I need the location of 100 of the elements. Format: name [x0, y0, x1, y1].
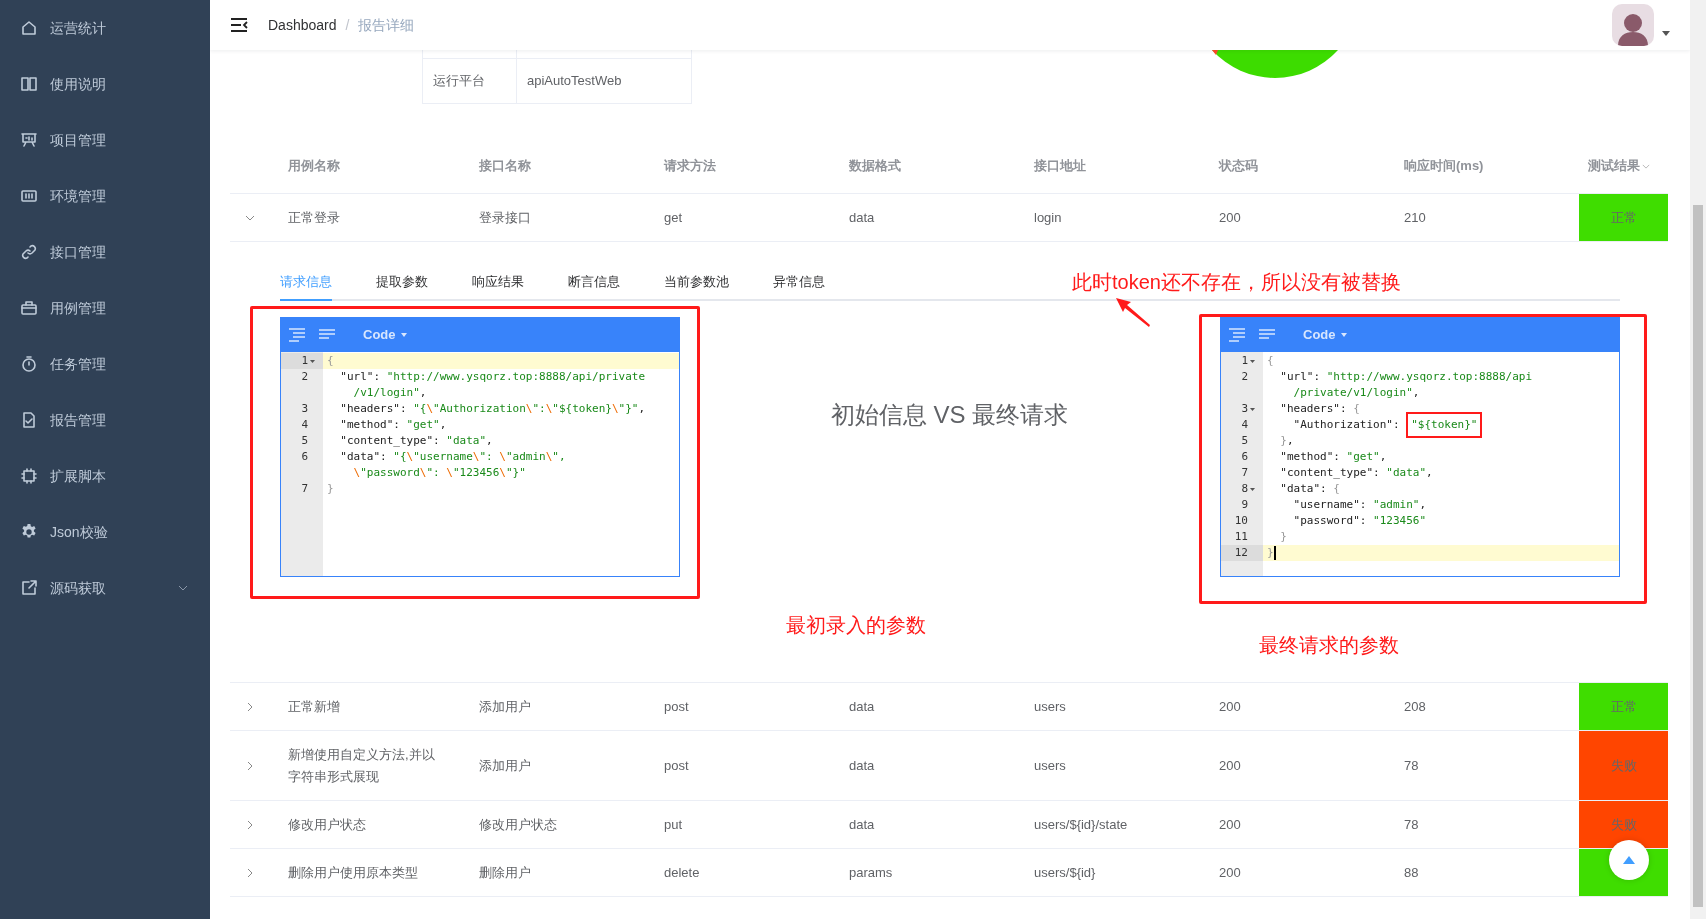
column-header: 数据格式	[849, 157, 901, 176]
result-cell: 失败	[1579, 731, 1668, 800]
sidebar-item[interactable]: 源码获取	[0, 560, 210, 616]
tab[interactable]: 响应结果	[472, 264, 524, 301]
caret-icon[interactable]	[1662, 30, 1670, 36]
chevron-right-icon	[247, 760, 253, 771]
comparison-title: 初始信息 VS 最终请求	[830, 400, 1069, 427]
line-number: 6	[301, 449, 308, 465]
panel-icon	[20, 187, 38, 205]
table-cell-text: data	[849, 697, 875, 716]
line-number: 1	[301, 353, 308, 369]
chevron-right-icon	[247, 819, 253, 830]
info-value: apiAutoTestWeb	[526, 72, 623, 91]
chip-icon	[20, 467, 38, 485]
sidebar-item[interactable]: 任务管理	[0, 336, 210, 392]
format-icon[interactable]	[1229, 328, 1245, 342]
tab[interactable]: 异常信息	[773, 264, 825, 301]
code-editor[interactable]	[1220, 317, 1620, 577]
table-cell-text: 新增使用自定义方法,并以字符串形式展现	[288, 745, 436, 786]
sidebar-item[interactable]: 使用说明	[0, 56, 210, 112]
sidebar-item[interactable]: 扩展脚本	[0, 448, 210, 504]
table-cell-text: 修改用户状态	[479, 815, 557, 834]
table-cell-text: users/${id}	[1034, 863, 1096, 882]
table-cell-text: data	[849, 815, 875, 834]
fold-caret-icon[interactable]	[1250, 407, 1255, 411]
code-line: "Authorization":	[1292, 417, 1401, 433]
caret-icon	[400, 333, 407, 337]
compact-icon[interactable]	[319, 329, 335, 341]
avatar[interactable]	[1612, 4, 1654, 46]
result-cell: 失败	[1579, 801, 1668, 848]
sidebar-item[interactable]: 报告管理	[0, 392, 210, 448]
fold-caret-icon[interactable]	[1250, 359, 1255, 363]
table-cell-text: 删除用户	[479, 863, 531, 882]
menu-icon[interactable]	[230, 17, 248, 33]
table-cell-text: 78	[1404, 756, 1419, 775]
table-cell-text: 正常新增	[288, 697, 340, 716]
column-header: 响应时间(ms)	[1404, 157, 1484, 176]
sidebar-item[interactable]: 运营统计	[0, 0, 210, 56]
tab[interactable]: 提取参数	[376, 264, 428, 301]
compact-icon[interactable]	[1259, 329, 1275, 341]
line-number: 1	[1241, 353, 1248, 369]
table-cell-text: 添加用户	[479, 697, 531, 716]
line-number: 9	[1241, 497, 1248, 513]
line-number: 4	[1241, 417, 1248, 433]
table-cell-text: 正常登录	[288, 208, 340, 227]
easel-icon	[20, 131, 38, 149]
line-number: 2	[1241, 369, 1248, 385]
sidebar-item[interactable]: 项目管理	[0, 112, 210, 168]
code-line: "headers": {	[1279, 401, 1360, 417]
fold-caret-icon[interactable]	[1250, 487, 1255, 491]
chevron-down-icon	[245, 214, 255, 221]
tab[interactable]: 断言信息	[568, 264, 620, 301]
table-cell-text: 210	[1404, 208, 1426, 227]
stopwatch-icon	[20, 355, 38, 373]
scrollbar[interactable]	[1690, 0, 1706, 919]
document-check-icon	[20, 411, 38, 429]
table-cell-text: users	[1034, 756, 1066, 775]
chevron-right-icon	[247, 701, 253, 712]
table-cell-text: 200	[1219, 756, 1241, 775]
table-cell-text: 200	[1219, 863, 1241, 882]
format-icon[interactable]	[289, 328, 305, 342]
sidebar-item[interactable]: Json校验	[0, 504, 210, 560]
code-line: }	[327, 481, 334, 497]
line-number: 7	[1241, 465, 1248, 481]
column-header: 状态码	[1219, 157, 1258, 176]
breadcrumb-link[interactable]: Dashboard	[268, 14, 337, 36]
code-line: /private/v1/login",	[1292, 385, 1420, 401]
breadcrumb-current: 报告详细	[358, 15, 415, 35]
tab[interactable]: 当前参数池	[664, 264, 729, 301]
text-cursor	[1273, 546, 1276, 560]
code-line: "data": "{\"username\": \"admin\",	[339, 449, 566, 465]
table-cell-text: 200	[1219, 208, 1241, 227]
code-line: "headers": "{\"Authorization\":\"${token}\"}",	[339, 401, 645, 417]
sidebar-item[interactable]: 环境管理	[0, 168, 210, 224]
sidebar-item[interactable]: 接口管理	[0, 224, 210, 280]
code-line: {	[1267, 353, 1274, 369]
code-line: "content_type": "data",	[339, 433, 493, 449]
table-cell-text: 删除用户使用原本类型	[288, 863, 418, 882]
fold-caret-icon[interactable]	[310, 359, 315, 363]
code-line: "method": "get",	[1279, 449, 1387, 465]
code-editor[interactable]	[280, 317, 680, 577]
table-cell-text: data	[849, 208, 875, 227]
table-cell-text: put	[664, 815, 683, 834]
line-number: 4	[301, 417, 308, 433]
code-line: "content_type": "data",	[1279, 465, 1433, 481]
line-number: 3	[1241, 401, 1248, 417]
annotation-arrow	[1116, 298, 1150, 328]
table-cell-text: users/${id}/state	[1034, 815, 1128, 834]
line-number: 2	[301, 369, 308, 385]
sidebar-item[interactable]: 用例管理	[0, 280, 210, 336]
settings-icon	[20, 523, 38, 541]
annotation-note: 此时token还不存在，所以没有被替换	[1072, 270, 1401, 295]
table-cell-text: 登录接口	[479, 208, 531, 227]
table-cell-text: 88	[1404, 863, 1419, 882]
column-header: 用例名称	[288, 157, 340, 176]
table-cell-text: 修改用户状态	[288, 815, 366, 834]
line-number: 11	[1234, 529, 1248, 545]
code-line: "data": {	[1279, 481, 1340, 497]
external-link-icon	[20, 579, 38, 597]
table-cell-text: login	[1034, 208, 1062, 227]
